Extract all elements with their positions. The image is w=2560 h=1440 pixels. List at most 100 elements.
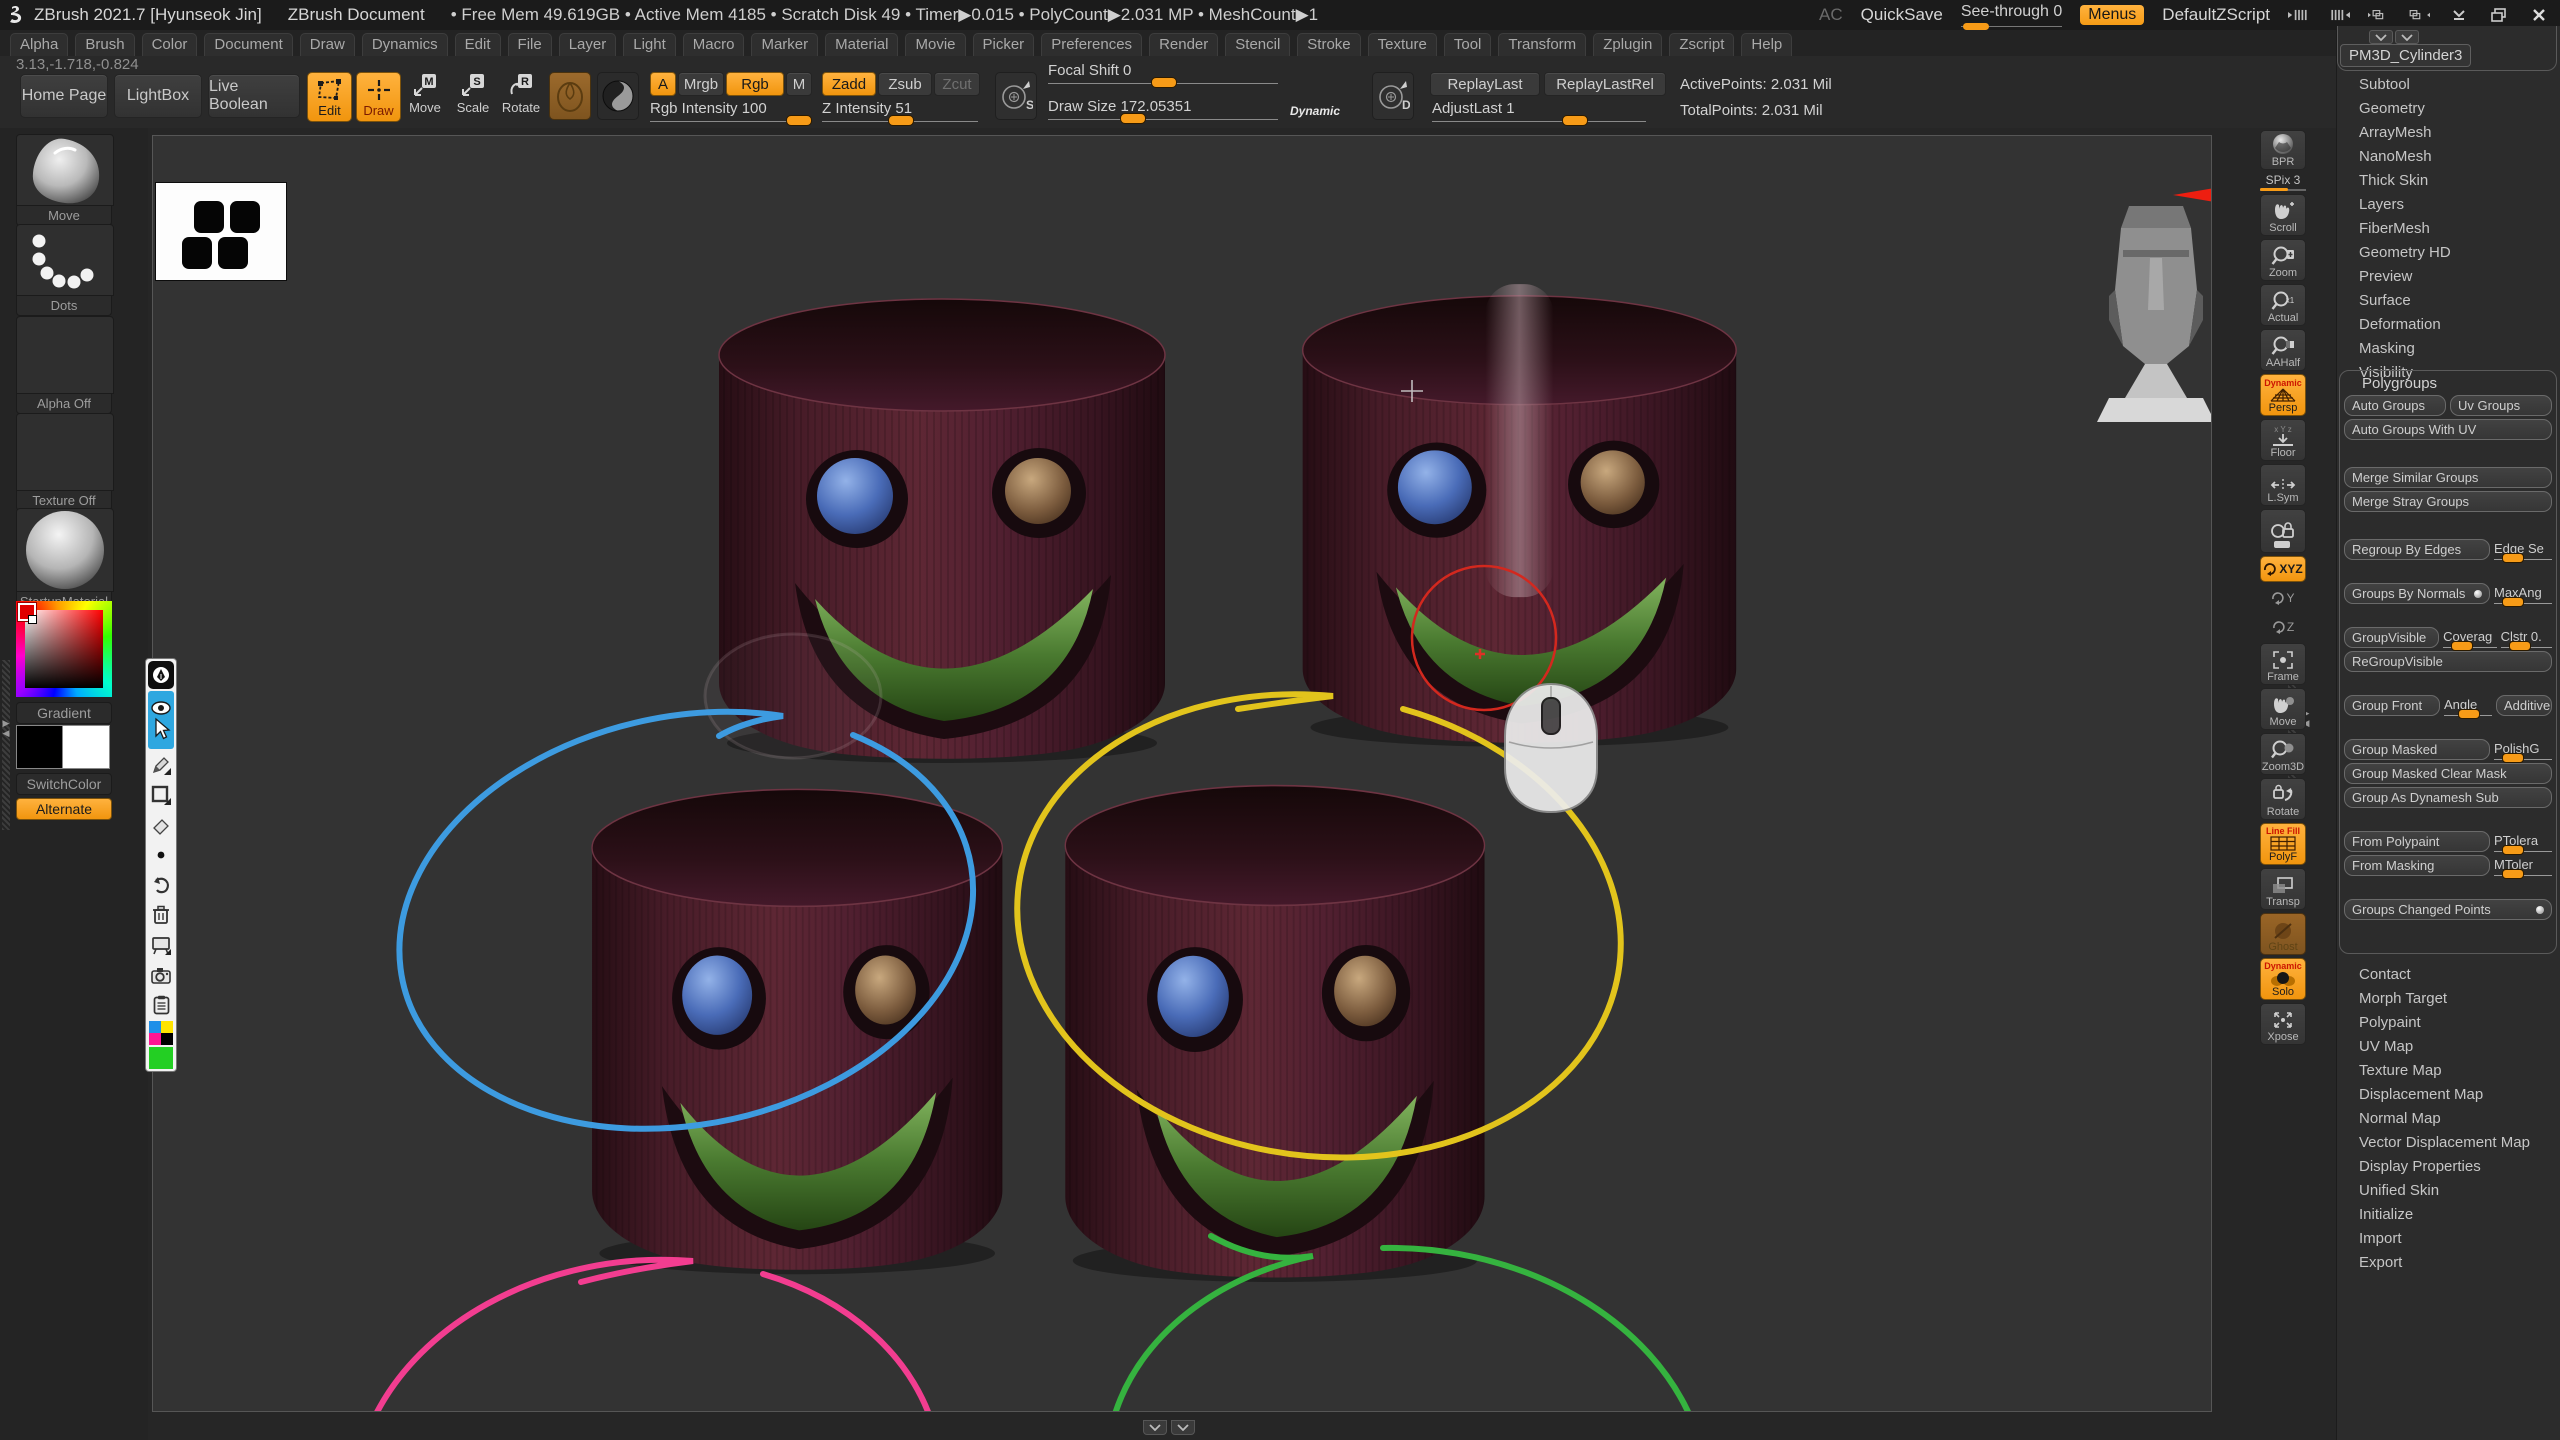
section-masking[interactable]: Masking bbox=[2337, 336, 2560, 360]
axis-x-arrow[interactable] bbox=[2173, 187, 2211, 203]
zcut-toggle[interactable]: Zcut bbox=[934, 72, 980, 96]
section-morph-target[interactable]: Morph Target bbox=[2337, 986, 2560, 1010]
section-preview[interactable]: Preview bbox=[2337, 264, 2560, 288]
menu-movie[interactable]: Movie bbox=[905, 33, 965, 56]
group-visible-button[interactable]: GroupVisible bbox=[2344, 627, 2439, 648]
groups-changed-points-button[interactable]: Groups Changed Points bbox=[2344, 899, 2552, 920]
section-polypaint[interactable]: Polypaint bbox=[2337, 1010, 2560, 1034]
pen-tool-button[interactable] bbox=[148, 661, 174, 689]
texture-thumbnail[interactable] bbox=[16, 413, 114, 491]
live-boolean-button[interactable]: Live Boolean bbox=[208, 74, 300, 118]
transp-button[interactable]: Transp bbox=[2260, 868, 2306, 910]
menu-help[interactable]: Help bbox=[1741, 33, 1792, 56]
m-toggle[interactable]: M bbox=[786, 72, 812, 96]
eye-cursor-tools[interactable] bbox=[148, 691, 174, 749]
close-button[interactable] bbox=[2528, 6, 2550, 24]
dock-left-icon[interactable] bbox=[2368, 6, 2390, 24]
adjust-last-handle[interactable] bbox=[1562, 115, 1588, 126]
home-page-button[interactable]: Home Page bbox=[20, 74, 108, 118]
spix-slider[interactable]: SPix 3 bbox=[2260, 173, 2306, 191]
rgb-intensity-slider[interactable]: Rgb Intensity 100 bbox=[650, 100, 810, 117]
group-as-dynamesh-sub-button[interactable]: Group As Dynamesh Sub bbox=[2344, 787, 2552, 808]
move-mode-button[interactable]: M Move bbox=[404, 72, 446, 120]
section-nanomesh[interactable]: NanoMesh bbox=[2337, 144, 2560, 168]
stroke-dots-thumbnail[interactable] bbox=[16, 224, 114, 296]
focal-shift-handle[interactable] bbox=[1151, 77, 1177, 88]
section-displacement-map[interactable]: Displacement Map bbox=[2337, 1082, 2560, 1106]
left-tray-divider-arrows[interactable]: ▶◀ bbox=[0, 718, 12, 738]
left-tray-divider[interactable] bbox=[2, 660, 10, 830]
section-subtool[interactable]: Subtool bbox=[2337, 72, 2560, 96]
easel-button[interactable] bbox=[148, 931, 174, 959]
polyf-button[interactable]: Line Fill PolyF bbox=[2260, 823, 2306, 865]
ac-toggle[interactable]: AC bbox=[1819, 5, 1843, 25]
mrgb-toggle[interactable]: Mrgb bbox=[678, 72, 724, 96]
menu-dynamics[interactable]: Dynamics bbox=[362, 33, 448, 56]
merge-similar-groups-button[interactable]: Merge Similar Groups bbox=[2344, 467, 2552, 488]
menu-edit[interactable]: Edit bbox=[455, 33, 501, 56]
density-dial-button[interactable]: D bbox=[1372, 72, 1414, 120]
divider-bars-left-icon[interactable] bbox=[2288, 6, 2310, 24]
menu-render[interactable]: Render bbox=[1149, 33, 1218, 56]
rotate-z-dial[interactable]: Z bbox=[2260, 614, 2306, 640]
gradient-label[interactable]: Gradient bbox=[16, 702, 112, 724]
current-material-button[interactable] bbox=[597, 72, 639, 120]
dock-right-icon[interactable] bbox=[2408, 6, 2430, 24]
cylinder-top-right[interactable] bbox=[1303, 284, 1737, 747]
camera-lock-button[interactable] bbox=[2260, 509, 2306, 553]
aahalf-button[interactable]: AAHalf bbox=[2260, 329, 2306, 371]
draw-mode-button[interactable]: Draw bbox=[356, 72, 401, 122]
groups-by-normals-button[interactable]: Groups By Normals bbox=[2344, 583, 2490, 604]
zadd-toggle[interactable]: Zadd bbox=[822, 72, 876, 96]
menu-layer[interactable]: Layer bbox=[559, 33, 617, 56]
stroke-dial-button[interactable]: S bbox=[995, 72, 1037, 120]
menu-draw[interactable]: Draw bbox=[300, 33, 355, 56]
menu-preferences[interactable]: Preferences bbox=[1041, 33, 1142, 56]
switch-color-widget[interactable]: SwitchColor bbox=[16, 725, 112, 795]
section-import[interactable]: Import bbox=[2337, 1226, 2560, 1250]
section-unified-skin[interactable]: Unified Skin bbox=[2337, 1178, 2560, 1202]
alpha-thumbnail[interactable] bbox=[16, 316, 114, 394]
section-export[interactable]: Export bbox=[2337, 1250, 2560, 1274]
menu-tool[interactable]: Tool bbox=[1444, 33, 1492, 56]
dot-tool-button[interactable] bbox=[148, 841, 174, 869]
bpr-button[interactable]: BPR bbox=[2260, 130, 2306, 170]
group-masked-clear-mask-button[interactable]: Group Masked Clear Mask bbox=[2344, 763, 2552, 784]
menu-color[interactable]: Color bbox=[142, 33, 198, 56]
trash-button[interactable] bbox=[148, 901, 174, 929]
rgb-intensity-handle[interactable] bbox=[786, 115, 812, 126]
mtolerance-slider[interactable]: MToler bbox=[2494, 855, 2552, 876]
edge-sel-slider[interactable]: Edge Se bbox=[2494, 539, 2552, 560]
solo-button[interactable]: Dynamic Solo bbox=[2260, 958, 2306, 1000]
section-surface[interactable]: Surface bbox=[2337, 288, 2560, 312]
section-fibermesh[interactable]: FiberMesh bbox=[2337, 216, 2560, 240]
lsym-button[interactable]: L.Sym bbox=[2260, 464, 2306, 506]
cursor-arrow-icon[interactable] bbox=[151, 717, 171, 741]
zoom3d-button[interactable]: Zoom3D bbox=[2260, 733, 2306, 775]
section-texture-map[interactable]: Texture Map bbox=[2337, 1058, 2560, 1082]
zsub-toggle[interactable]: Zsub bbox=[878, 72, 932, 96]
auto-groups-with-uv-button[interactable]: Auto Groups With UV bbox=[2344, 419, 2552, 440]
group-front-button[interactable]: Group Front bbox=[2344, 695, 2440, 716]
divider-bars-right-icon[interactable] bbox=[2328, 6, 2350, 24]
replay-last-rel-button[interactable]: ReplayLastRel bbox=[1544, 72, 1666, 96]
menus-button[interactable]: Menus bbox=[2080, 5, 2144, 25]
focal-shift-slider[interactable]: Focal Shift 0 bbox=[1048, 62, 1278, 79]
adjust-last-slider[interactable]: AdjustLast 1 bbox=[1432, 100, 1646, 117]
menu-stencil[interactable]: Stencil bbox=[1225, 33, 1290, 56]
secondary-color-swatch[interactable] bbox=[63, 725, 110, 769]
section-uv-map[interactable]: UV Map bbox=[2337, 1034, 2560, 1058]
dynamic-draw-size-toggle[interactable]: Dynamic bbox=[1290, 104, 1340, 118]
section-deformation[interactable]: Deformation bbox=[2337, 312, 2560, 336]
bottom-collapse-left[interactable] bbox=[1143, 1420, 1167, 1435]
current-brush-slot[interactable]: Move bbox=[16, 134, 112, 226]
menu-stroke[interactable]: Stroke bbox=[1297, 33, 1360, 56]
draw-size-slider[interactable]: Draw Size 172.05351 bbox=[1048, 98, 1278, 115]
scene-3d-view[interactable] bbox=[153, 136, 2211, 1411]
zoom-button[interactable]: Zoom bbox=[2260, 239, 2306, 281]
section-normal-map[interactable]: Normal Map bbox=[2337, 1106, 2560, 1130]
replay-last-button[interactable]: ReplayLast bbox=[1430, 72, 1540, 96]
section-contact[interactable]: Contact bbox=[2337, 962, 2560, 986]
pencil-tool-button[interactable] bbox=[148, 751, 174, 779]
menu-alpha[interactable]: Alpha bbox=[10, 33, 68, 56]
